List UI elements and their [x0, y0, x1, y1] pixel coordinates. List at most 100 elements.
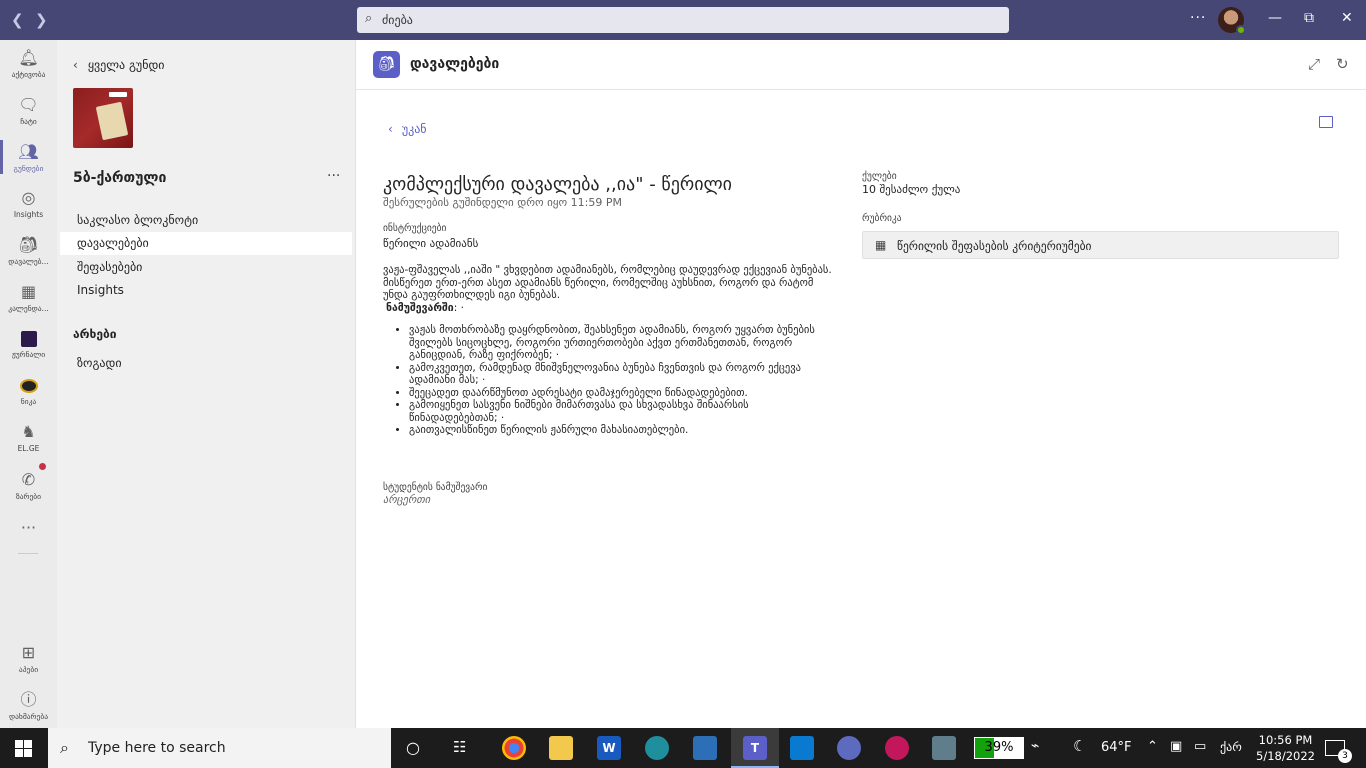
journal-icon: [0, 328, 57, 348]
instructions-label: ინსტრუქციები: [383, 223, 447, 234]
app-rail: 🔔︎ აქტივობა 🗨︎ ჩატი 👥︎ გუნდები ◎ Insight…: [0, 40, 57, 728]
team-panel: ‹ ყველა გუნდი 5ბ-ქართული ··· საკლასო ბლოკ…: [57, 40, 356, 728]
sample-suffix: : ·: [453, 301, 464, 314]
channel-insights[interactable]: Insights: [60, 279, 352, 302]
rail-item-elge[interactable]: ♞ EL.GE: [0, 422, 57, 453]
list-item: გაითვალისწინეთ წერილის ჟანრული მახასიათე…: [409, 424, 833, 437]
rubric-label: რუბრიკა: [862, 213, 902, 224]
sample-heading: ნამუშევარში: ·: [386, 302, 833, 315]
more-options-icon[interactable]: ···: [1190, 10, 1206, 26]
immersive-reader-icon[interactable]: [1319, 116, 1333, 128]
rail-item-label: ზარები: [15, 492, 42, 501]
channel-assignments[interactable]: დავალებები: [60, 232, 352, 255]
search-input[interactable]: ⌕ ძიება: [357, 7, 1009, 33]
avatar[interactable]: [1218, 7, 1246, 35]
rail-item-calls[interactable]: ✆ ზარები: [0, 470, 57, 501]
rail-item-chat[interactable]: 🗨︎ ჩატი: [0, 95, 57, 126]
moon-icon: ☾: [1073, 737, 1087, 755]
rail-item-teams[interactable]: 👥︎ გუნდები: [0, 142, 57, 173]
maximize-icon[interactable]: ⧉: [1304, 10, 1314, 26]
store-icon[interactable]: [790, 736, 814, 760]
taskbar-search-input[interactable]: ⌕ Type here to search: [48, 728, 391, 768]
chevron-up-icon[interactable]: ⌃: [1147, 739, 1158, 754]
assignments-app-icon: 🎒︎: [373, 51, 400, 78]
photos-icon[interactable]: [693, 736, 717, 760]
close-icon[interactable]: ✕: [1341, 10, 1353, 26]
rail-item-label: აქტივობა: [11, 70, 46, 79]
expand-icon[interactable]: ⤢: [1308, 55, 1320, 73]
rail-item-label: დავალებ...: [8, 257, 49, 266]
rail-item-label: ჟურნალი: [11, 350, 46, 359]
notification-dot: [39, 463, 46, 470]
rail-more-apps[interactable]: ···: [0, 518, 57, 538]
windows-start-icon[interactable]: [15, 740, 32, 757]
main-header: 🎒︎ დავალებები ⤢ ↻: [356, 40, 1366, 90]
channel-grades[interactable]: შეფასებები: [60, 256, 352, 279]
channels-heading: არხები: [73, 327, 117, 341]
rail-item-nika[interactable]: ნიკა: [0, 375, 57, 406]
list-item: შეეცადეთ დაარწმუნოთ ადრესატი დამაჯერებელ…: [409, 387, 833, 400]
cortana-icon[interactable]: ○: [406, 738, 420, 757]
instructions-paragraph: ვაჟა-ფშაველას ,,იაში " ვხვდებით ადამიანე…: [383, 264, 832, 301]
rail-item-label: კალენდა...: [8, 304, 49, 313]
due-date: შესრულების გუშინდელი დრო იყო 11:59 PM: [383, 196, 622, 209]
minimize-icon[interactable]: —: [1268, 10, 1282, 26]
chevron-left-icon: ‹: [73, 58, 78, 72]
word-icon[interactable]: W: [597, 736, 621, 760]
team-image-tag: [109, 92, 127, 97]
search-input-text: ძიება: [382, 13, 413, 27]
points-value: 10 შესაძლო ქულა: [862, 183, 961, 196]
rail-item-label: EL.GE: [17, 444, 40, 453]
calls-icon: ✆: [21, 470, 36, 489]
team-more-options-icon[interactable]: ···: [327, 168, 340, 184]
channel-general[interactable]: ზოგადი: [60, 352, 352, 375]
rail-item-calendar[interactable]: ▦ კალენდა...: [0, 282, 57, 313]
team-image-paper: [95, 101, 129, 141]
rail-item-label: გუნდები: [13, 164, 44, 173]
all-teams-link[interactable]: ‹ ყველა გუნდი: [73, 58, 165, 72]
rail-item-label: დახმარება: [8, 712, 49, 721]
file-explorer-icon[interactable]: [549, 736, 573, 760]
clock-time: 10:56 PM: [1258, 733, 1313, 747]
rail-item-apps[interactable]: ⊞ აპები: [0, 643, 57, 674]
grid-icon: ▦: [875, 238, 887, 252]
taskbar: ⌕ Type here to search ○ ☷ W T 39% ⌁ ☾ 64…: [0, 728, 1366, 768]
student-work-value: არცერთი: [383, 494, 431, 506]
weather-temperature[interactable]: 64°F: [1101, 740, 1132, 755]
list-item: გამოიყენეთ სასვენი ნიშნები მიმართვასა და…: [409, 399, 833, 424]
battery-percent: 39%: [984, 740, 1014, 755]
clock-date: 5/18/2022: [1256, 749, 1315, 763]
forward-arrow-icon[interactable]: ❯: [35, 11, 48, 29]
team-image: [73, 88, 133, 148]
channel-class-notebook[interactable]: საკლასო ბლოკნოტი: [60, 209, 352, 232]
clock[interactable]: 10:56 PM 5/18/2022: [1256, 732, 1315, 764]
rail-item-help[interactable]: ⓘ დახმარება: [0, 690, 57, 721]
rail-item-assignments[interactable]: 🎒︎ დავალებ...: [0, 235, 57, 266]
list-item: გამოკვეთეთ, რამდენად მნიშვნელოვანია ბუნე…: [409, 362, 833, 387]
paint-icon[interactable]: [837, 736, 861, 760]
rail-item-label: ჩატი: [20, 117, 37, 126]
camera-icon[interactable]: [932, 736, 956, 760]
edge-icon[interactable]: [645, 736, 669, 760]
back-label: უკან: [401, 122, 427, 136]
chat-icon: 🗨︎: [18, 95, 39, 114]
network-icon[interactable]: ▭: [1194, 739, 1206, 754]
rail-item-insights[interactable]: ◎ Insights: [0, 188, 57, 219]
task-view-icon[interactable]: ☷: [453, 738, 466, 756]
battery-indicator[interactable]: 39%: [974, 737, 1024, 759]
back-button[interactable]: ‹ უკან: [388, 122, 427, 136]
back-arrow-icon[interactable]: ❮: [11, 11, 24, 29]
notification-center-icon[interactable]: 3: [1325, 740, 1352, 763]
rail-item-journal[interactable]: ჟურნალი: [0, 328, 57, 359]
notification-count: 3: [1338, 749, 1352, 763]
meet-icon[interactable]: ▣: [1170, 739, 1182, 754]
chrome-icon[interactable]: [502, 736, 526, 760]
teams-icon[interactable]: T: [743, 736, 767, 760]
paint3d-icon[interactable]: [885, 736, 909, 760]
language-indicator[interactable]: ქარ: [1220, 740, 1242, 754]
chevron-left-icon: ‹: [388, 122, 393, 136]
rail-item-activity[interactable]: 🔔︎ აქტივობა: [0, 48, 57, 79]
refresh-icon[interactable]: ↻: [1336, 55, 1349, 73]
rubric-button[interactable]: ▦ წერილის შეფასების კრიტერიუმები: [862, 231, 1339, 259]
rail-item-label: აპები: [18, 665, 39, 674]
